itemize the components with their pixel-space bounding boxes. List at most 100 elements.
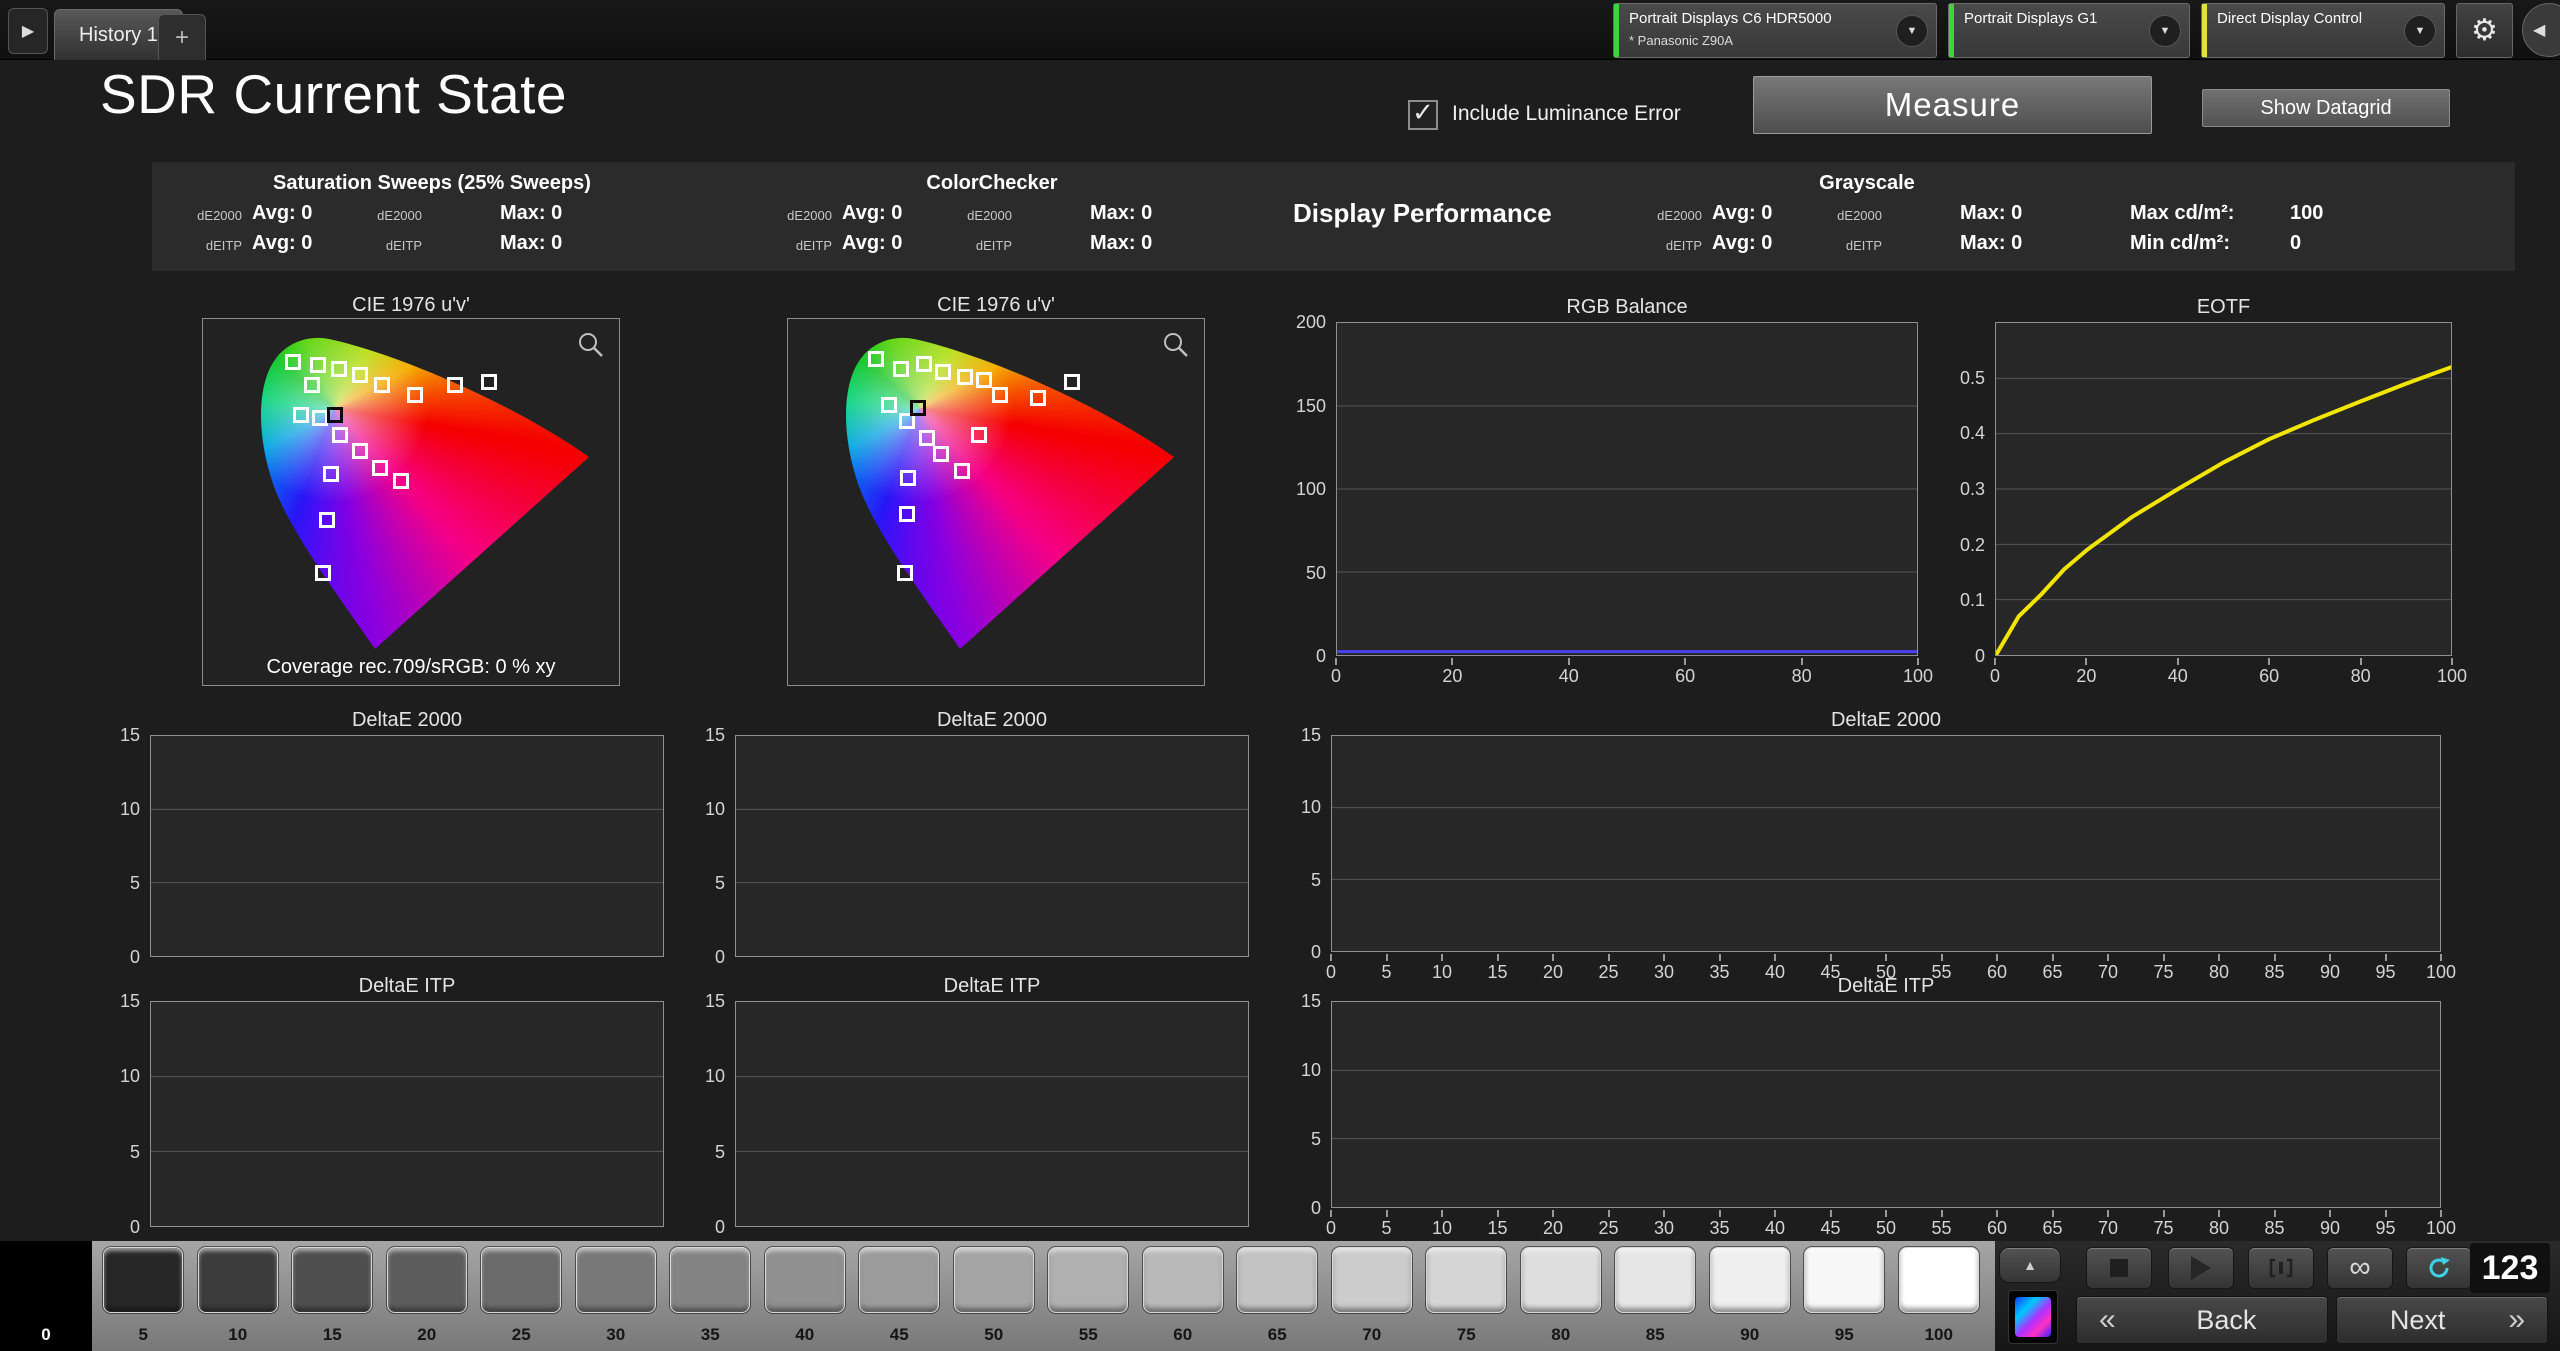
next-button[interactable]: Next »: [2336, 1296, 2548, 1344]
x-tick-label: 75: [2153, 1218, 2174, 1238]
cie-diagram: Coverage rec.709/sRGB: 0 % xy: [202, 318, 620, 686]
source-dropdown[interactable]: Portrait Displays G1 ▼: [1948, 3, 2190, 58]
stop-button[interactable]: [2086, 1247, 2152, 1289]
pattern-level-label: 65: [1267, 1325, 1287, 1344]
pattern-level-swatch[interactable]: [575, 1247, 656, 1313]
meter-name: Portrait Displays C6 HDR5000: [1629, 10, 1832, 27]
pattern-level-slot: 100: [1892, 1241, 1987, 1351]
pattern-level-swatch[interactable]: [1048, 1247, 1128, 1313]
y-tick-label: 0: [714, 947, 725, 967]
show-datagrid-button[interactable]: Show Datagrid: [2202, 89, 2450, 127]
pattern-level-slot: 85: [1608, 1241, 1703, 1351]
max-value: Max: 0: [1960, 232, 2023, 254]
single-measure-button[interactable]: [2248, 1247, 2314, 1289]
pattern-level-swatch[interactable]: [1142, 1247, 1223, 1313]
y-tick-label: 10: [704, 1066, 725, 1087]
pattern-level-swatch[interactable]: [103, 1247, 183, 1313]
metric-label: dE2000: [1657, 208, 1702, 223]
pattern-level-swatch[interactable]: [859, 1247, 939, 1313]
pattern-level-label: 5: [138, 1325, 148, 1344]
pattern-level-slot: 55: [1041, 1241, 1136, 1351]
panel-toggle-button[interactable]: ▶: [8, 8, 48, 54]
pattern-level-swatch[interactable]: [0, 1241, 92, 1321]
measurement-target-square: [1063, 373, 1080, 390]
pattern-level-slot: 5: [96, 1241, 191, 1351]
meter-dropdown[interactable]: Portrait Displays C6 HDR5000 * Panasonic…: [1613, 3, 1937, 58]
pattern-level-swatch[interactable]: [292, 1247, 372, 1313]
chevron-down-icon[interactable]: ▼: [2149, 14, 2181, 47]
deltaeitp-chart-colorchecker: DeltaE ITP 15 10 5 0: [691, 975, 1249, 1237]
pattern-level-swatch[interactable]: [1331, 1247, 1412, 1313]
collapse-pattern-bar-button[interactable]: ▲: [1999, 1247, 2061, 1283]
pattern-level-slot: 10: [191, 1241, 286, 1351]
y-axis-labels: 15 10 5 0: [691, 991, 725, 1237]
pattern-level-swatch[interactable]: [953, 1247, 1034, 1313]
pattern-level-swatch[interactable]: [1709, 1247, 1790, 1313]
pattern-level-swatch[interactable]: [197, 1247, 278, 1313]
pattern-level-slot: 50: [947, 1241, 1042, 1351]
pattern-level-swatch[interactable]: [1237, 1247, 1317, 1313]
refresh-button[interactable]: [2406, 1247, 2472, 1289]
settings-button[interactable]: ⚙: [2456, 3, 2513, 58]
chevron-down-icon[interactable]: ▼: [1896, 14, 1928, 47]
metric-label: dEITP: [975, 238, 1012, 253]
luminance-stats: Max cd/m²: 100 Min cd/m²: 0: [2130, 162, 2510, 271]
reference-target-square: [326, 406, 343, 423]
pattern-level-swatch[interactable]: [1615, 1247, 1695, 1313]
pattern-level-swatch[interactable]: [481, 1247, 561, 1313]
x-tick-label: 20: [1442, 666, 1463, 686]
zoom-icon[interactable]: [577, 331, 605, 359]
pattern-level-swatch[interactable]: [1426, 1247, 1506, 1313]
play-button[interactable]: [2168, 1247, 2234, 1289]
pattern-level-label: 50: [984, 1325, 1004, 1344]
reference-target-square: [910, 400, 927, 417]
max-value: Max: 0: [1090, 232, 1153, 254]
x-tick-label: 85: [2264, 1218, 2285, 1238]
measurement-target-square: [309, 357, 326, 374]
pattern-level-slot: 65: [1230, 1241, 1325, 1351]
measure-button[interactable]: Measure: [1753, 76, 2152, 134]
measurement-target-square: [915, 355, 932, 372]
pattern-level-swatch[interactable]: [1898, 1247, 1979, 1313]
y-tick-label: 15: [1300, 725, 1321, 745]
chevron-down-icon[interactable]: ▼: [2404, 14, 2436, 47]
measurement-target-square: [881, 396, 898, 413]
pattern-level-swatch[interactable]: [1804, 1247, 1884, 1313]
pattern-level-slot: 95: [1797, 1241, 1892, 1351]
source-status-accent: [1949, 4, 1954, 57]
y-axis-labels: 15 10 5 0: [1287, 991, 1321, 1218]
zoom-icon[interactable]: [1162, 331, 1190, 359]
y-tick-label: 10: [1300, 797, 1321, 818]
x-tick-label: 80: [2208, 1218, 2230, 1238]
x-tick-label: 65: [2042, 1218, 2063, 1238]
measurement-target-square: [285, 354, 301, 370]
x-tick-label: 20: [1542, 1218, 1564, 1238]
measurement-target-square: [896, 565, 913, 582]
measurement-target-square: [976, 372, 993, 389]
add-tab-button[interactable]: +: [158, 14, 206, 60]
continuous-measure-button[interactable]: ∞: [2327, 1247, 2393, 1289]
display-control-dropdown[interactable]: Direct Display Control ▼: [2201, 3, 2445, 58]
plot-area: [150, 735, 664, 957]
pattern-level-swatch[interactable]: [1520, 1247, 1601, 1313]
deltaeitp-chart-grayscale: DeltaE ITP 15 10 5 0 0 5 10 15 20 25 30 35 40 45 50 55…: [1287, 975, 2456, 1238]
collapse-panel-button[interactable]: ◀: [2522, 3, 2560, 57]
max-value: Max: 0: [1090, 202, 1153, 224]
pattern-level-swatch[interactable]: [386, 1247, 467, 1313]
chart-title: DeltaE ITP: [1837, 975, 1935, 997]
include-luminance-checkbox[interactable]: ✓: [1408, 99, 1438, 130]
plot-area: [1331, 1001, 2441, 1208]
measurement-target-square: [898, 505, 915, 522]
pattern-level-swatch[interactable]: [670, 1247, 750, 1313]
play-icon: [2191, 1256, 2211, 1280]
x-tick-label: 80: [1791, 666, 1812, 686]
measurement-target-square: [480, 373, 497, 390]
display-performance-label: Display Performance: [1293, 198, 1552, 228]
back-button[interactable]: « Back: [2076, 1296, 2328, 1344]
plot-area: [1995, 322, 2452, 656]
y-tick-label: 5: [1310, 869, 1321, 890]
pattern-window-icon[interactable]: [2008, 1290, 2058, 1344]
pattern-level-swatch[interactable]: [764, 1247, 845, 1313]
x-tick-label: 80: [2350, 666, 2371, 686]
measurement-counter: 123: [2470, 1243, 2550, 1293]
